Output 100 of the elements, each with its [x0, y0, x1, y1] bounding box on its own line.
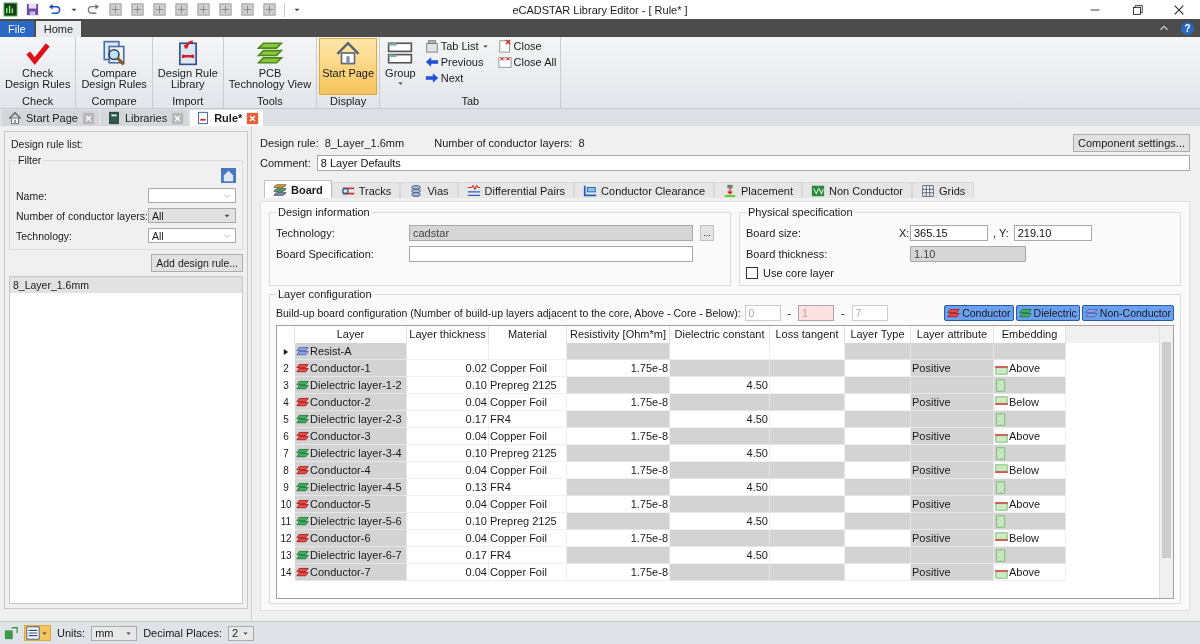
- layer-icon: [296, 463, 309, 477]
- home-icon: [335, 40, 362, 66]
- ribbon-button[interactable]: Check Design Rules: [2, 38, 74, 95]
- browse-button[interactable]: ...: [700, 225, 714, 241]
- ribbon-tab[interactable]: Home: [35, 21, 82, 37]
- ribbon-button[interactable]: Previous: [422, 54, 492, 70]
- field-label: X:: [899, 227, 907, 239]
- layer-type-button[interactable]: Non-Conductor: [1081, 305, 1174, 321]
- document-tab[interactable]: Start Page: [2, 110, 99, 126]
- tool-icon[interactable]: [152, 2, 167, 17]
- layer-icon: [296, 361, 309, 375]
- redo-icon[interactable]: [86, 2, 101, 17]
- tool-icon[interactable]: [174, 2, 189, 17]
- table-cell: Positive: [911, 394, 994, 411]
- embedding-label: Below: [1009, 463, 1039, 478]
- dropdown[interactable]: [148, 188, 236, 203]
- dropdown[interactable]: All: [148, 208, 236, 223]
- document-tab[interactable]: Libraries: [101, 110, 189, 126]
- restore-icon[interactable]: [1130, 2, 1144, 17]
- document-tab[interactable]: Rule*: [190, 110, 264, 126]
- ribbon-button[interactable]: Compare Design Rules: [78, 38, 150, 95]
- layer-icon: [1018, 306, 1032, 320]
- caret-icon: [395, 79, 405, 88]
- group-label: Display: [330, 95, 367, 108]
- comment-field[interactable]: 8 Layer Defaults: [316, 155, 1190, 171]
- undo-icon[interactable]: [47, 2, 62, 17]
- tool-icon[interactable]: [196, 2, 211, 17]
- board-height-field[interactable]: 219.10: [1013, 225, 1092, 241]
- table-cell: [845, 479, 911, 496]
- status-icon[interactable]: [4, 626, 18, 640]
- table-cell: Copper Foil: [489, 428, 567, 445]
- field-label: Comment:: [260, 157, 311, 169]
- tab[interactable]: Non Conductor: [802, 182, 912, 198]
- component-settings-button[interactable]: Component settings...: [1073, 134, 1190, 152]
- tab[interactable]: Placement: [714, 182, 802, 198]
- tool-icon[interactable]: [262, 2, 277, 17]
- ribbon-button[interactable]: Design Rule Library: [154, 38, 221, 95]
- ribbon-button[interactable]: Close: [495, 38, 559, 54]
- tab[interactable]: Board: [264, 180, 332, 198]
- grid-icon: [921, 183, 935, 198]
- embedding-icon: [995, 446, 1008, 460]
- row-number: 8: [283, 465, 289, 476]
- table-cell: [845, 343, 911, 360]
- checkbox[interactable]: [746, 267, 758, 279]
- decimal-places-dropdown[interactable]: 2: [228, 625, 254, 641]
- layer-icon: [296, 395, 309, 409]
- tool-icon[interactable]: [130, 2, 145, 17]
- layer-icon: [296, 446, 309, 460]
- tab[interactable]: Differential Pairs: [457, 182, 575, 198]
- tool-icon[interactable]: [108, 2, 123, 17]
- scrollbar[interactable]: [1159, 326, 1173, 598]
- tab[interactable]: Grids: [912, 182, 975, 198]
- layer-name: Conductor-4: [310, 463, 371, 478]
- board-width-field[interactable]: 365.15: [910, 225, 988, 241]
- table-cell: Copper Foil: [489, 496, 567, 513]
- table-cell: 0.17: [407, 547, 489, 564]
- table-cell: 0.10: [407, 377, 489, 394]
- ribbon-button[interactable]: Close All: [495, 54, 559, 70]
- ribbon-button[interactable]: PCB Technology View: [225, 38, 315, 95]
- save-icon[interactable]: [25, 2, 40, 17]
- units-dropdown[interactable]: mm: [91, 625, 138, 641]
- layer-icon: [296, 480, 309, 494]
- help-button[interactable]: ?: [1181, 21, 1194, 35]
- table-cell: Positive: [911, 360, 994, 377]
- embedding-label: Below: [1009, 395, 1039, 410]
- group-label: Check: [22, 95, 54, 108]
- list-item[interactable]: 8_Layer_1.6mm: [10, 277, 242, 293]
- layer-type-button[interactable]: Conductor: [944, 305, 1014, 321]
- close-document-icon: [497, 39, 512, 53]
- ribbon-button[interactable]: Next: [422, 70, 492, 86]
- list-icon[interactable]: [26, 626, 40, 640]
- embedding-label: Above: [1009, 565, 1041, 580]
- ribbon-tab[interactable]: File: [0, 21, 34, 37]
- tab[interactable]: Tracks: [331, 182, 401, 198]
- dropdown[interactable]: All: [148, 228, 236, 243]
- home-icon[interactable]: [221, 168, 236, 183]
- field-label: Technology:: [276, 227, 336, 239]
- table-cell: [845, 547, 911, 564]
- tool-icon[interactable]: [240, 2, 255, 17]
- ribbon-button[interactable]: Group: [382, 38, 419, 95]
- layer-icon: [296, 378, 309, 392]
- tab[interactable]: Vias: [400, 182, 458, 198]
- table-cell: Positive: [911, 496, 994, 513]
- ribbon-button[interactable]: Start Page: [319, 38, 378, 95]
- layer-count: 8: [578, 137, 585, 149]
- layer-name: Conductor-7: [310, 565, 371, 580]
- row-number: 6: [283, 431, 289, 442]
- add-design-rule-button[interactable]: Add design rule...: [151, 254, 243, 272]
- tool-icon[interactable]: [218, 2, 233, 17]
- wave-lines-icon: [466, 183, 481, 198]
- magnifier-document-icon: [101, 40, 128, 66]
- layer-name: Dielectric layer-2-3: [310, 412, 402, 427]
- embedding-label: Below: [1009, 531, 1039, 546]
- field-label: , Y:: [993, 227, 1009, 239]
- layer-icon: [296, 531, 309, 545]
- layer-type-button[interactable]: Dielectric: [1015, 305, 1080, 321]
- ribbon-button[interactable]: Tab List: [422, 38, 492, 54]
- table-cell: 0.04: [407, 564, 489, 581]
- tab[interactable]: Conductor Clearance: [574, 182, 715, 198]
- board-specification-field[interactable]: [409, 246, 693, 262]
